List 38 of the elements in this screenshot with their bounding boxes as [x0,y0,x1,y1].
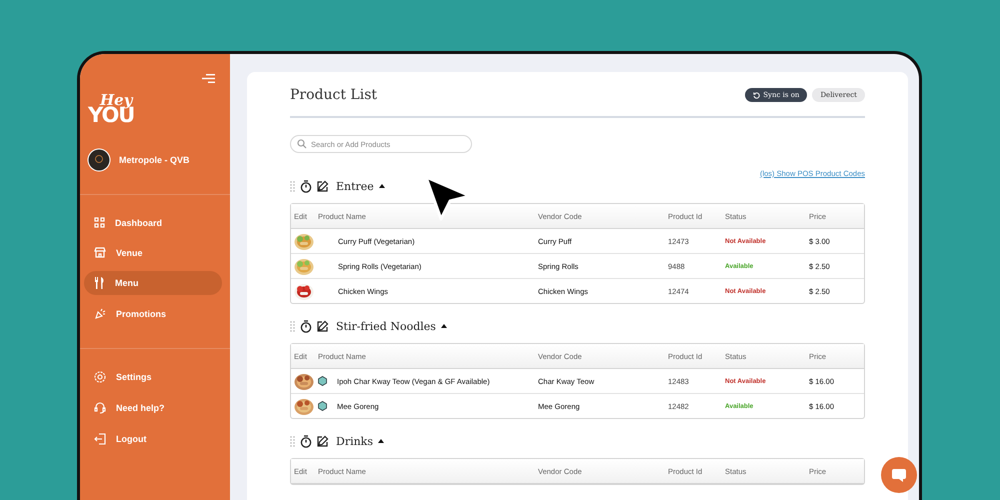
headset-icon [94,402,106,414]
drag-handle-icon[interactable] [290,320,295,332]
page-title: Product List [290,87,378,103]
timer-icon[interactable] [300,434,312,448]
nav-item[interactable]: Promotions [84,302,222,326]
collapse-caret-icon[interactable] [378,439,384,443]
drag-handle-icon[interactable] [290,180,295,192]
timer-icon[interactable] [300,180,312,192]
venue-name: Metropole - QVB [119,155,190,165]
category-name: Stir-fried Noodles [336,320,436,332]
brand-logo-script: Hey [100,93,132,108]
logout-icon [94,433,106,445]
edit-icon[interactable] [317,435,329,447]
venue-avatar [87,148,111,172]
nav-item[interactable]: Venue [84,241,222,264]
collapse-caret-icon[interactable] [440,324,447,328]
category-name: Drinks [336,434,373,448]
edit-icon[interactable] [317,180,329,192]
nav-item[interactable]: Dashboard [84,211,222,234]
fork-knife-icon [94,277,105,289]
search-icon [297,139,307,149]
edit-icon[interactable] [317,320,329,332]
nav-item[interactable]: Settings [84,365,222,389]
menu-icon[interactable] [202,74,215,83]
nav-item[interactable]: Logout [84,427,222,451]
nav-item[interactable]: Menu [84,271,222,295]
grid-icon [94,217,105,228]
nav-item[interactable]: Need help? [84,396,222,420]
brand-logo-wordmark: YOU [88,105,134,126]
settings-icon [94,371,106,383]
collapse-caret-icon[interactable] [378,184,385,188]
drag-handle-icon[interactable] [290,436,295,446]
category-name: Entree [336,180,374,192]
party-popper-icon [94,308,106,320]
chat-icon [891,468,907,482]
storefront-icon [94,247,106,258]
refresh-icon [753,92,760,98]
timer-icon[interactable] [300,320,312,332]
